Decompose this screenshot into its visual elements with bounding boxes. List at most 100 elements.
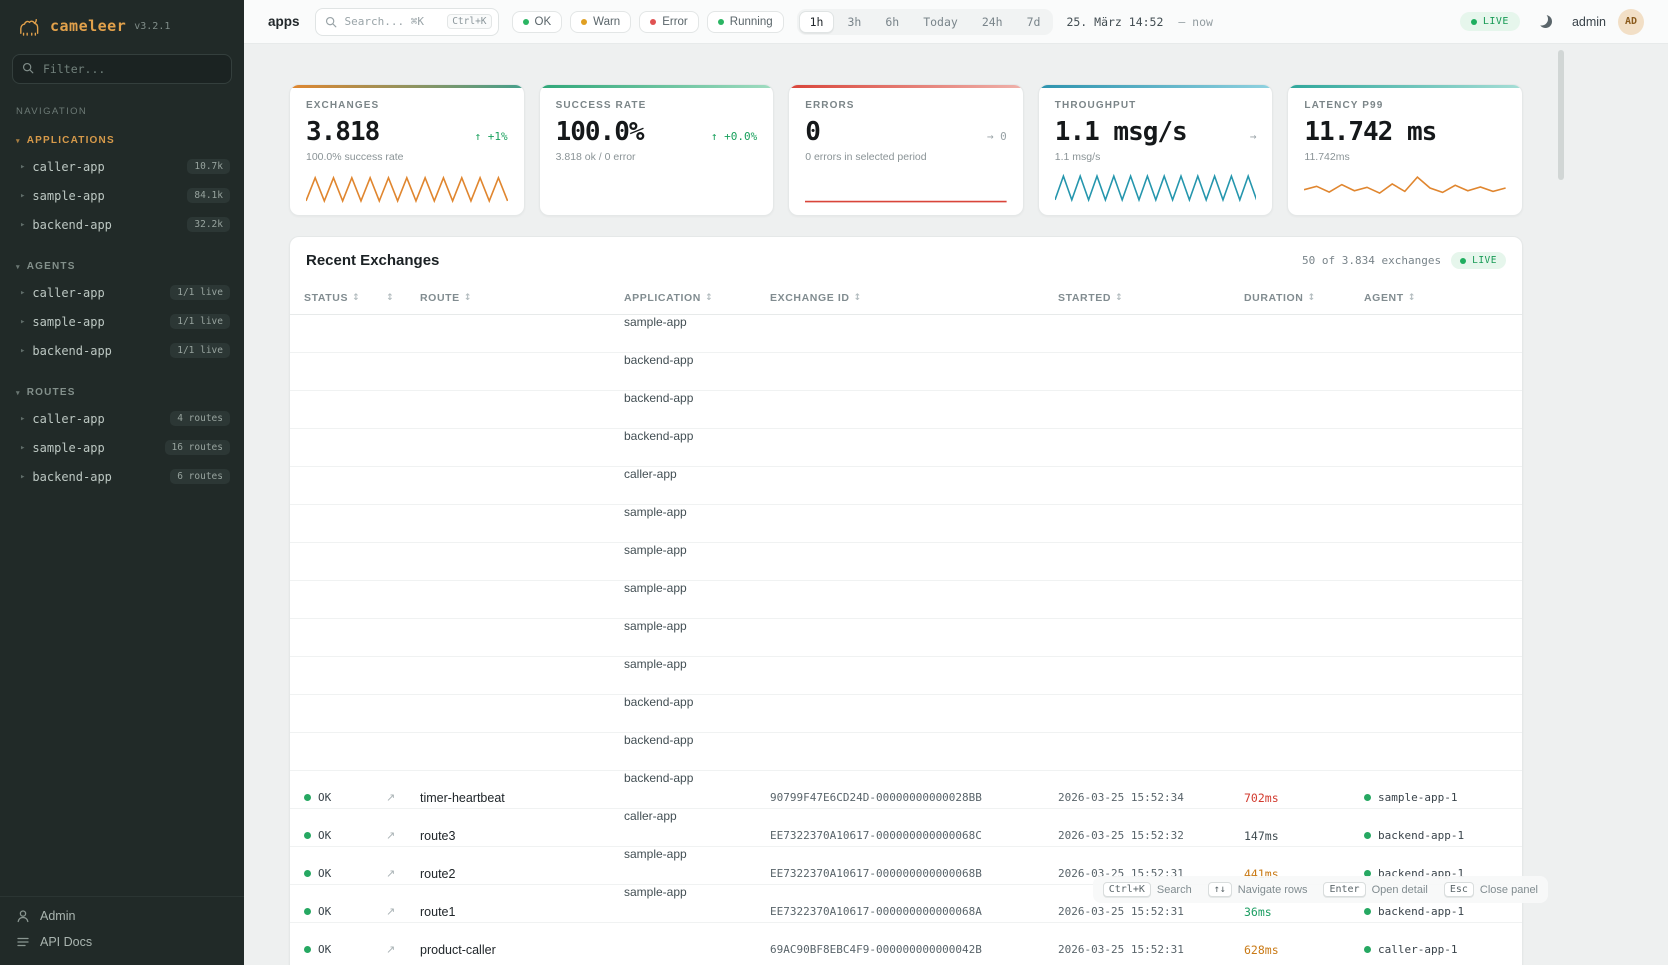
status-dot (304, 908, 311, 915)
datetime-value: 25. März 14:52 (1066, 15, 1163, 29)
column-header-agent[interactable]: AGENT↕ (1364, 292, 1506, 304)
table-live-badge: LIVE (1451, 252, 1506, 269)
route-cell: route1 (420, 905, 624, 919)
chevron-right-icon: ▸ (20, 162, 25, 172)
column-header-status[interactable]: STATUS↕ (304, 292, 386, 304)
sidebar-item-agents-sample-app[interactable]: ▸sample-app1/1 live (0, 307, 244, 336)
open-detail-icon[interactable]: ↗ (386, 867, 420, 880)
column-header-open[interactable]: ↕ (386, 293, 420, 303)
stat-title: ERRORS (805, 100, 1007, 111)
range-3h[interactable]: 3h (836, 11, 872, 33)
filter-chip-ok[interactable]: OK (512, 11, 563, 33)
stat-value: 3.818 (306, 117, 379, 147)
stat-subtext: 11.742ms (1304, 151, 1506, 163)
count-badge: 1/1 live (170, 314, 230, 329)
card-accent-bar (290, 85, 524, 88)
filter-chip-warn[interactable]: Warn (570, 11, 631, 33)
count-badge: 10.7k (187, 159, 230, 174)
open-detail-icon[interactable]: ↗ (386, 905, 420, 918)
table-row[interactable]: OK↗timer-heartbeatsample-app90799F47E6CD… (290, 315, 1522, 353)
range-24h[interactable]: 24h (971, 11, 1014, 33)
global-search[interactable]: Ctrl+K (315, 8, 499, 36)
nav-section-applications[interactable]: ▾APPLICATIONS (0, 125, 244, 152)
sort-icon: ↕ (1307, 293, 1315, 303)
column-header-application[interactable]: APPLICATION↕ (624, 292, 770, 304)
route-cell: product-caller (420, 943, 624, 957)
table-row[interactable]: OK↗route3backend-appEE7322370A10617-0000… (290, 695, 1522, 733)
user-icon (16, 909, 30, 923)
avatar[interactable]: AD (1618, 9, 1644, 35)
sidebar-item-agents-backend-app[interactable]: ▸backend-app1/1 live (0, 336, 244, 365)
sidebar-item-admin[interactable]: Admin (16, 909, 228, 923)
stat-delta: → (1250, 130, 1257, 143)
column-header-route[interactable]: ROUTE↕ (420, 292, 624, 304)
datetime-display[interactable]: 25. März 14:52 — now (1066, 15, 1213, 29)
status-dot (304, 870, 311, 877)
nav-section-routes[interactable]: ▾ROUTES (0, 377, 244, 404)
filter-chip-running[interactable]: Running (707, 11, 784, 33)
route-cell: timer-heartbeat (420, 791, 624, 805)
sidebar-item-routes-backend-app[interactable]: ▸backend-app6 routes (0, 462, 244, 491)
column-header-exchange-id[interactable]: EXCHANGE ID↕ (770, 292, 1058, 304)
dark-mode-toggle[interactable] (1532, 8, 1560, 36)
status-cell: OK (304, 829, 386, 842)
status-filter-chips: OK Warn Error Running (512, 11, 784, 33)
sidebar-item-routes-sample-app[interactable]: ▸sample-app16 routes (0, 433, 244, 462)
route-cell: route2 (420, 867, 624, 881)
card-accent-bar (789, 85, 1023, 88)
open-detail-icon[interactable]: ↗ (386, 943, 420, 956)
sidebar-filter (12, 54, 232, 84)
sidebar-item-api-docs[interactable]: API Docs (16, 935, 228, 949)
stat-title: THROUGHPUT (1055, 100, 1257, 111)
sidebar-item-applications-backend-app[interactable]: ▸backend-app32.2k (0, 210, 244, 239)
column-header-started[interactable]: STARTED↕ (1058, 292, 1244, 304)
range-1h[interactable]: 1h (799, 11, 835, 33)
sidebar-item-applications-sample-app[interactable]: ▸sample-app84.1k (0, 181, 244, 210)
filter-input[interactable] (12, 54, 232, 84)
table-row[interactable]: OK↗route2backend-appEE7322370A10617-0000… (290, 733, 1522, 771)
search-icon (325, 16, 337, 28)
table-row[interactable]: OK↗route1backend-appEE7322370A10617-0000… (290, 429, 1522, 467)
filter-chip-error[interactable]: Error (639, 11, 699, 33)
stat-title: LATENCY P99 (1304, 100, 1506, 111)
open-detail-icon[interactable]: ↗ (386, 829, 420, 842)
table-body: OK↗timer-heartbeatsample-app90799F47E6CD… (290, 315, 1522, 923)
stat-cards: EXCHANGES3.818↑ +1%100.0% success rateSU… (289, 84, 1523, 216)
table-row[interactable]: OK↗error-handling-testsample-app90799F47… (290, 581, 1522, 619)
chevron-right-icon: ▸ (20, 346, 25, 356)
docs-icon (16, 935, 30, 949)
table-row[interactable]: OK↗data-gen-orderssample-app90799F47E6CD… (290, 543, 1522, 581)
open-detail-icon[interactable]: ↗ (386, 791, 420, 804)
sidebar-item-routes-caller-app[interactable]: ▸caller-app4 routes (0, 404, 244, 433)
moon-icon (1539, 15, 1552, 28)
table-row[interactable]: OK↗timer-heartbeatsample-app90799F47E6CD… (290, 619, 1522, 657)
footer-label: Admin (40, 909, 75, 923)
nav-section-agents[interactable]: ▾AGENTS (0, 251, 244, 278)
status-dot (718, 19, 724, 25)
sparkline (306, 171, 508, 205)
sidebar: cameleer v3.2.1 NAVIGATION ▾APPLICATIONS… (0, 0, 244, 965)
stat-card-success-rate: SUCCESS RATE100.0%↑ +0.0%3.818 ok / 0 er… (539, 84, 775, 216)
stat-card-throughput: THROUGHPUT1.1 msg/s→1.1 msg/s (1038, 84, 1274, 216)
stat-subtext: 0 errors in selected period (805, 151, 1007, 163)
count-badge: 16 routes (165, 440, 230, 455)
scrollbar[interactable] (1558, 50, 1564, 180)
search-input[interactable] (343, 14, 442, 29)
status-cell: OK (304, 867, 386, 880)
table-row[interactable]: OK↗product-callercaller-app69AC90BF8EBC4… (290, 467, 1522, 505)
table-row[interactable]: OK↗route2backend-appEE7322370A10617-0000… (290, 391, 1522, 429)
table-row[interactable]: OK↗route3backend-appEE7322370A10617-0000… (290, 353, 1522, 391)
range-7d[interactable]: 7d (1016, 11, 1052, 33)
card-accent-bar (540, 85, 774, 88)
range-today[interactable]: Today (912, 11, 969, 33)
sidebar-item-applications-caller-app[interactable]: ▸caller-app10.7k (0, 152, 244, 181)
sidebar-item-agents-caller-app[interactable]: ▸caller-app1/1 live (0, 278, 244, 307)
sparkline (805, 171, 1007, 205)
table-row[interactable]: OK↗timer-heartbeatsample-app90799F47E6CD… (290, 505, 1522, 543)
stat-title: EXCHANGES (306, 100, 508, 111)
range-6h[interactable]: 6h (874, 11, 910, 33)
table-row[interactable]: OK↗data-gen-nested-splitsample-app90799F… (290, 657, 1522, 695)
count-badge: 4 routes (170, 411, 230, 426)
live-badge[interactable]: LIVE (1460, 12, 1520, 31)
column-header-duration[interactable]: DURATION↕ (1244, 292, 1364, 304)
